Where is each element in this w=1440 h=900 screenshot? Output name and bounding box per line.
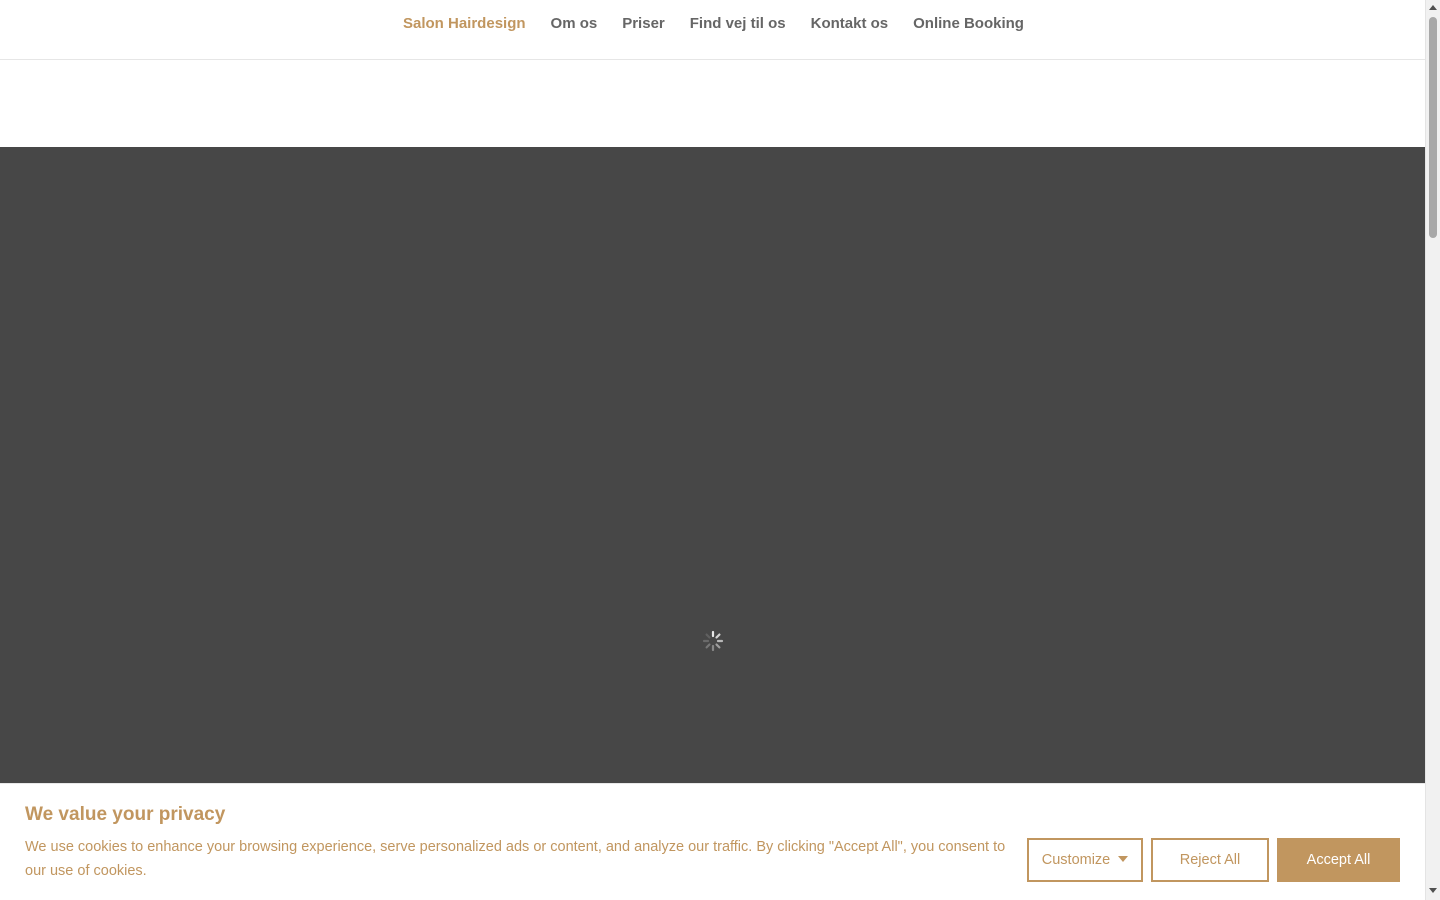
scroll-down-arrow-icon[interactable] [1429,888,1437,893]
top-navigation: Salon Hairdesign Om os Priser Find vej t… [0,0,1425,60]
nav-menu: Salon Hairdesign Om os Priser Find vej t… [0,14,1425,34]
accept-all-label: Accept All [1306,852,1371,868]
nav-item-om-os[interactable]: Om os [551,14,598,34]
header-spacer [0,60,1425,147]
scrollbar-thumb[interactable] [1429,17,1437,238]
scroll-up-arrow-icon[interactable] [1429,5,1437,10]
nav-item-online-booking[interactable]: Online Booking [913,14,1024,34]
reject-all-label: Reject All [1179,852,1241,868]
reject-all-button[interactable]: Reject All [1151,838,1269,882]
customize-label: Customize [1041,852,1111,868]
cookie-consent-banner: We value your privacy We use cookies to … [0,783,1425,900]
caret-down-icon [1118,856,1129,863]
spinner-icon [702,630,724,652]
customize-button[interactable]: Customize [1027,838,1143,882]
vertical-scrollbar[interactable] [1425,0,1440,900]
cookie-description: We use cookies to enhance your browsing … [25,839,1006,879]
page: Salon Hairdesign Om os Priser Find vej t… [0,0,1425,900]
nav-item-find-vej-til-os[interactable]: Find vej til os [690,14,786,34]
nav-item-priser[interactable]: Priser [622,14,665,34]
cookie-title: We value your privacy [25,804,226,825]
nav-item-salon-hairdesign[interactable]: Salon Hairdesign [403,14,526,34]
accept-all-button[interactable]: Accept All [1277,838,1400,882]
nav-item-kontakt-os[interactable]: Kontakt os [811,14,889,34]
